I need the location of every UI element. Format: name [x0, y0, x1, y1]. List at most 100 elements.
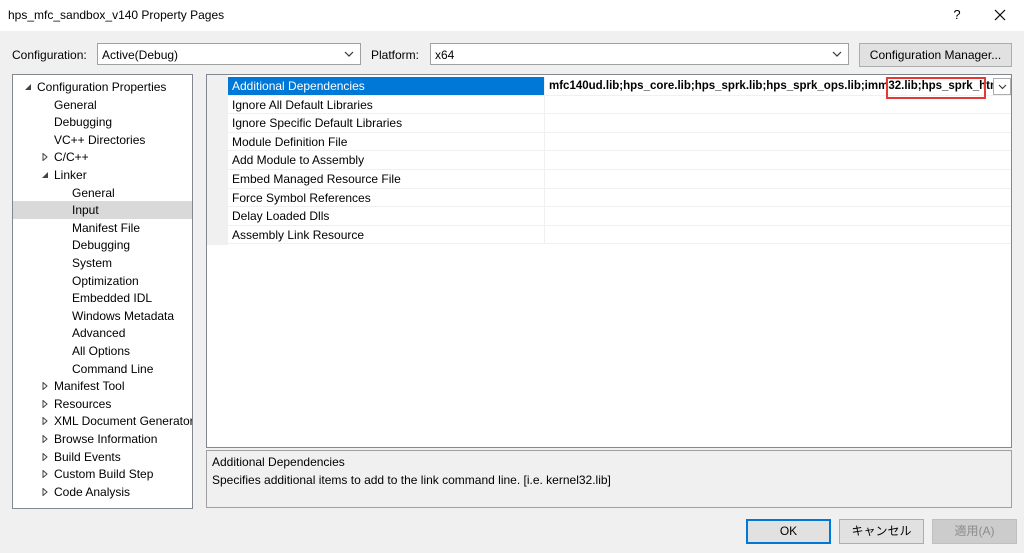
tree-item[interactable]: General — [13, 184, 192, 202]
collapsed-arrow-icon[interactable] — [41, 399, 49, 408]
tree-item-label: System — [72, 256, 113, 270]
property-value[interactable] — [544, 170, 1011, 188]
collapsed-arrow-icon[interactable] — [41, 382, 49, 391]
collapsed-arrow-icon[interactable] — [41, 452, 49, 461]
property-row[interactable]: Assembly Link Resource — [228, 225, 1011, 245]
tree-item-label: Manifest File — [72, 220, 141, 235]
property-row[interactable]: Ignore Specific Default Libraries — [228, 114, 1011, 133]
collapsed-arrow-icon[interactable] — [41, 435, 49, 443]
tree-item[interactable]: Code Analysis — [13, 483, 192, 501]
property-row[interactable]: Embed Managed Resource File — [228, 170, 1011, 189]
tree-item-label: Input — [72, 203, 99, 218]
configuration-value: Active(Debug) — [102, 48, 179, 62]
tree-item-label: Browse Information — [54, 432, 158, 446]
tree-item[interactable]: General — [13, 96, 192, 114]
tree-item[interactable]: Embedded IDL — [13, 289, 192, 307]
tree-item[interactable]: Resources — [13, 395, 192, 413]
description-body: Specifies additional items to add to the… — [212, 473, 611, 487]
cancel-button[interactable]: キャンセル — [839, 519, 924, 544]
tree-item-label: Debugging — [54, 115, 113, 130]
property-row[interactable]: Force Symbol References — [228, 188, 1011, 208]
property-value[interactable] — [544, 188, 1011, 207]
tree-item-label: VC++ Directories — [54, 132, 146, 147]
platform-label: Platform: — [371, 48, 420, 62]
tree-item[interactable]: Configuration Properties — [13, 78, 192, 96]
platform-combo[interactable]: x64 — [430, 43, 849, 65]
collapsed-arrow-icon[interactable] — [41, 487, 49, 496]
tree-item[interactable]: VC++ Directories — [13, 131, 192, 149]
window-title: hps_mfc_sandbox_v140 Property Pages — [8, 8, 225, 22]
property-tree: Configuration Properties General Debugging… — [12, 74, 193, 509]
tree-item[interactable]: System — [13, 254, 192, 272]
tree-item-label: Debugging — [72, 238, 131, 253]
property-value[interactable] — [544, 225, 1011, 244]
ok-button[interactable]: OK — [746, 519, 831, 544]
property-name: Delay Loaded Dlls — [232, 209, 330, 224]
property-value[interactable] — [544, 114, 1011, 132]
tree-item[interactable]: Windows Metadata — [13, 307, 192, 325]
collapsed-arrow-icon[interactable] — [41, 417, 49, 426]
property-value[interactable] — [544, 207, 1011, 225]
close-button[interactable] — [985, 4, 1015, 26]
tree-item-label: Linker — [54, 168, 87, 182]
title-bar: hps_mfc_sandbox_v140 Property Pages ? — [0, 0, 1024, 31]
tree-item[interactable]: All Options — [13, 342, 192, 360]
tree-item[interactable]: XML Document Generator — [13, 412, 192, 430]
tree-item[interactable]: Optimization — [13, 272, 192, 290]
tree-item[interactable]: Custom Build Step — [13, 465, 192, 483]
tree-item-label: General — [54, 97, 97, 112]
property-row[interactable]: Add Module to Assembly — [228, 151, 1011, 170]
property-row[interactable]: Delay Loaded Dlls — [228, 207, 1011, 226]
tree-item[interactable]: Debugging — [13, 236, 192, 254]
property-row[interactable]: Module Definition File — [228, 132, 1011, 152]
tree-item-label: General — [72, 185, 115, 200]
chevron-down-icon — [998, 84, 1007, 90]
tree-item[interactable]: Manifest File — [13, 219, 192, 237]
value-dropdown-button[interactable] — [993, 78, 1011, 95]
chevron-down-icon — [832, 51, 842, 57]
tree-item-label: Build Events — [54, 449, 121, 464]
property-value[interactable] — [544, 132, 1011, 151]
tree-item-label: Manifest Tool — [54, 379, 125, 394]
tree-item-label: Custom Build Step — [54, 467, 154, 482]
tree-item[interactable]: Debugging — [13, 113, 192, 131]
expanded-arrow-icon[interactable] — [41, 171, 49, 179]
property-name: Add Module to Assembly — [232, 153, 365, 168]
grid-gutter — [207, 75, 228, 245]
apply-button[interactable]: 適用(A) — [932, 519, 1017, 544]
configuration-manager-button[interactable]: Configuration Manager... — [859, 43, 1012, 67]
tree-item[interactable]: Command Line — [13, 360, 192, 378]
platform-value: x64 — [435, 48, 455, 62]
property-grid: Additional Dependencies mfc140ud.lib;hps_… — [206, 74, 1012, 448]
property-name: Additional Dependencies — [228, 77, 544, 95]
configuration-label: Configuration: — [12, 48, 87, 62]
close-icon — [994, 9, 1006, 21]
tree-item[interactable]: C/C++ — [13, 148, 192, 166]
collapsed-arrow-icon[interactable] — [41, 470, 49, 479]
tree-item[interactable]: Linker — [13, 166, 192, 184]
tree-item-label: Configuration Properties — [37, 80, 167, 94]
tree-item-label: Resources — [54, 396, 112, 411]
help-button[interactable]: ? — [945, 4, 969, 26]
property-name: Force Symbol References — [232, 190, 371, 205]
tree-item[interactable]: Build Events — [13, 448, 192, 466]
tree-item-label: Windows Metadata — [72, 308, 175, 323]
chevron-down-icon — [344, 51, 354, 57]
tree-item[interactable]: Manifest Tool — [13, 377, 192, 395]
highlight-annotation — [886, 77, 986, 99]
tree-item-label: Code Analysis — [54, 484, 131, 499]
property-name: Module Definition File — [232, 134, 348, 149]
property-name: Embed Managed Resource File — [232, 172, 401, 186]
tree-item[interactable]: Advanced — [13, 324, 192, 342]
tree-item[interactable]: Browse Information — [13, 430, 192, 448]
expanded-arrow-icon[interactable] — [24, 83, 32, 91]
property-name: Assembly Link Resource — [232, 227, 365, 242]
property-value-text: mfc140ud.lib;hps_core.lib;hps_sprk.lib;h… — [549, 80, 922, 92]
tree-item-label: Embedded IDL — [72, 291, 153, 306]
property-name: Ignore All Default Libraries — [232, 97, 373, 112]
tree-item[interactable]: Input — [13, 201, 192, 220]
property-value[interactable] — [544, 151, 1011, 169]
configuration-combo[interactable]: Active(Debug) — [97, 43, 361, 65]
collapsed-arrow-icon[interactable] — [41, 153, 49, 162]
tree-item-label: Command Line — [72, 361, 154, 376]
